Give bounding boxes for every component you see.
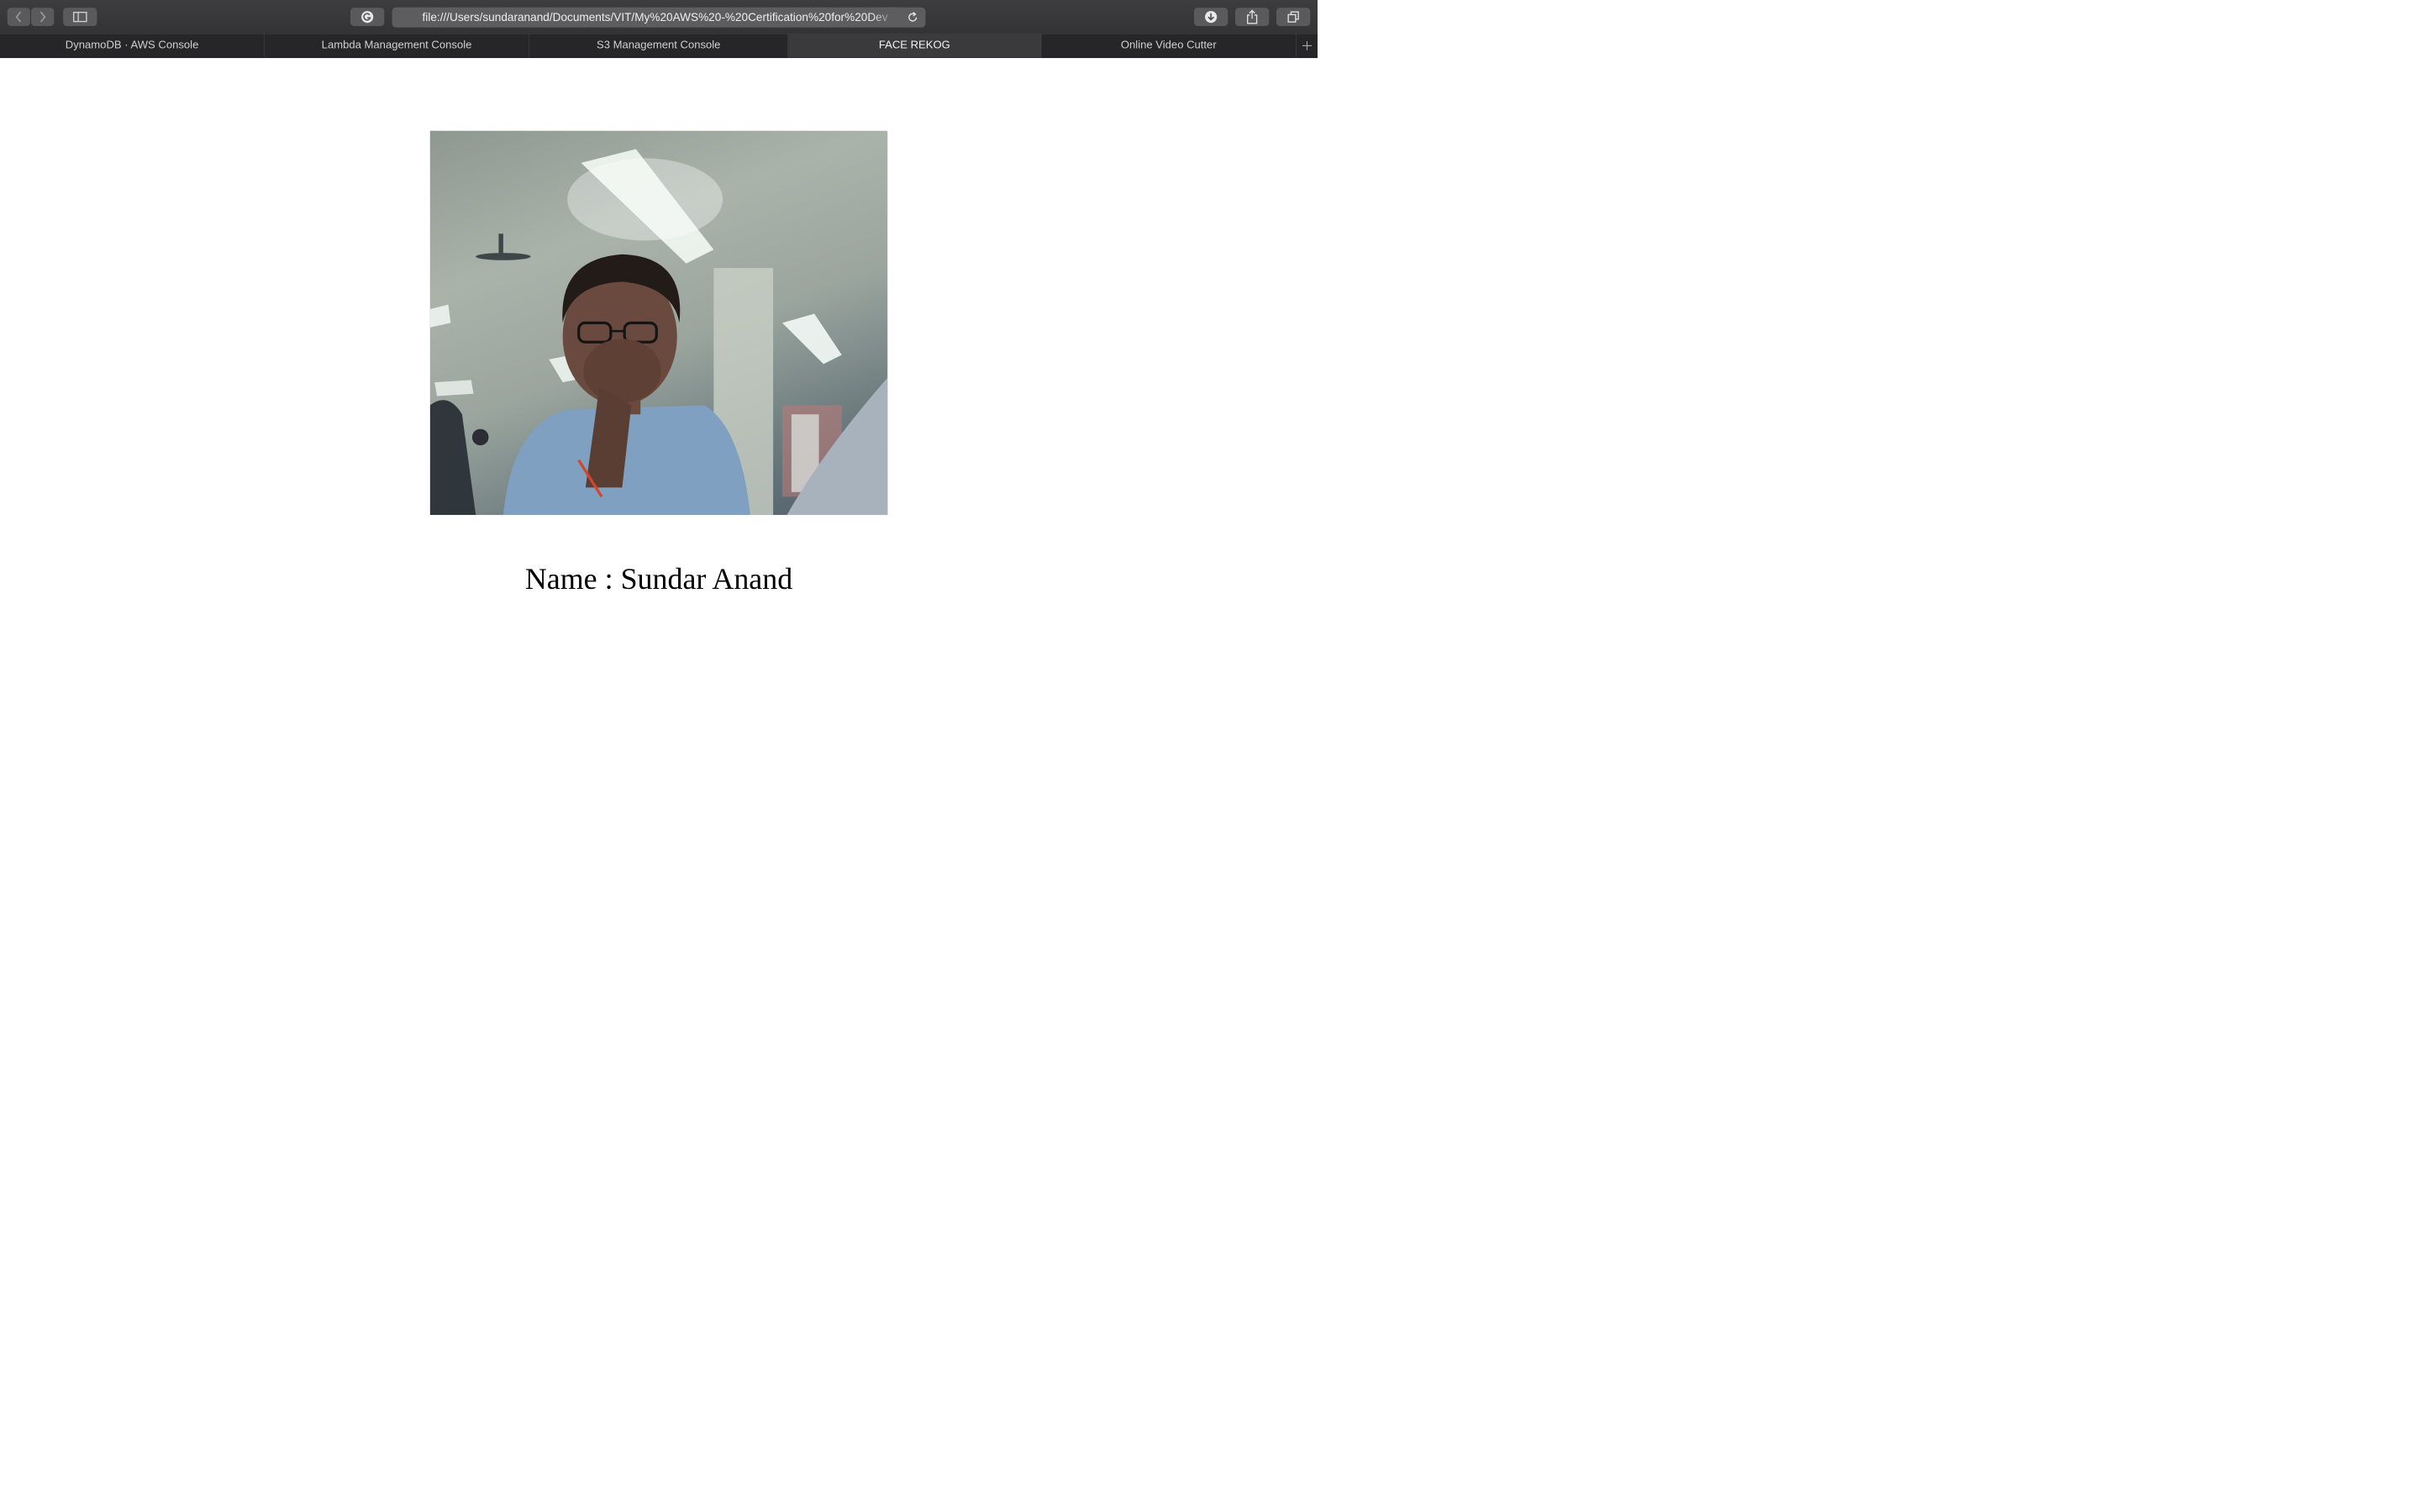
chevron-right-icon: [39, 11, 46, 23]
address-bar[interactable]: file:///Users/sundaranand/Documents/VIT/…: [392, 7, 926, 28]
download-icon: [1205, 11, 1218, 24]
tabs-overview-button[interactable]: [1276, 8, 1311, 27]
plus-icon: [1302, 40, 1312, 50]
share-icon: [1247, 9, 1258, 24]
tab-dynamodb[interactable]: DynamoDB · AWS Console: [0, 34, 265, 58]
tabs-overview-icon: [1287, 11, 1299, 23]
url-text[interactable]: file:///Users/sundaranand/Documents/VIT/…: [423, 8, 896, 28]
tab-label: FACE REKOG: [878, 39, 950, 51]
tab-label: DynamoDB · AWS Console: [65, 39, 199, 51]
url-fade: [871, 7, 898, 28]
tab-s3[interactable]: S3 Management Console: [529, 34, 789, 58]
browser-toolbar: file:///Users/sundaranand/Documents/VIT/…: [0, 0, 1318, 34]
tab-lambda[interactable]: Lambda Management Console: [265, 34, 529, 58]
share-button[interactable]: [1234, 8, 1270, 27]
back-button[interactable]: [7, 8, 30, 27]
sidebar-button[interactable]: [63, 8, 97, 27]
sidebar-icon: [72, 12, 87, 23]
photo-scene: [429, 149, 888, 516]
chevron-left-icon: [15, 11, 22, 23]
tab-face-rekog[interactable]: FACE REKOG: [788, 34, 1042, 58]
tab-online-video-cutter[interactable]: Online Video Cutter: [1041, 34, 1297, 58]
tab-label: Online Video Cutter: [1120, 39, 1217, 51]
reload-icon[interactable]: [907, 11, 919, 24]
grammarly-extension-button[interactable]: [350, 8, 385, 27]
page-content: Name : Sundar Anand: [0, 58, 1318, 823]
tab-bar: DynamoDB · AWS Console Lambda Management…: [0, 34, 1318, 59]
grammarly-icon: [361, 11, 374, 24]
downloads-button[interactable]: [1193, 8, 1228, 27]
tab-label: S3 Management Console: [596, 39, 721, 51]
recognized-name: Name : Sundar Anand: [524, 562, 793, 596]
tab-label: Lambda Management Console: [321, 39, 472, 51]
forward-button[interactable]: [31, 8, 55, 27]
webcam-photo: [429, 130, 888, 516]
new-tab-button[interactable]: [1297, 34, 1318, 57]
